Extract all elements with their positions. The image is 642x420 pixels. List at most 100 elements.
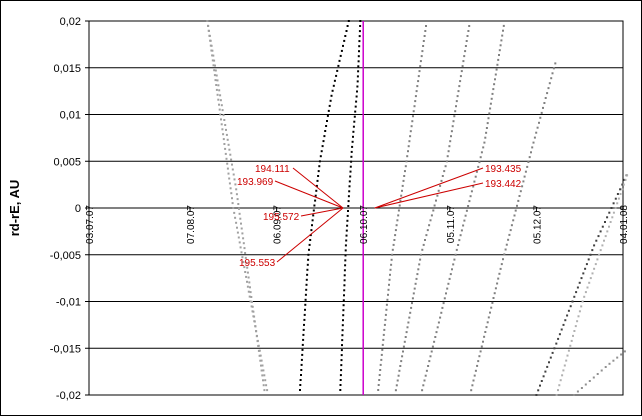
- data-point: [561, 374, 564, 377]
- data-point: [235, 193, 238, 196]
- data-point: [340, 49, 343, 52]
- data-point: [570, 339, 573, 342]
- data-point: [397, 374, 400, 377]
- data-point: [433, 340, 436, 343]
- data-point: [397, 209, 400, 212]
- data-point: [238, 207, 240, 210]
- data-point: [227, 172, 230, 175]
- data-point: [471, 384, 474, 387]
- data-point: [595, 239, 598, 242]
- data-point: [489, 107, 492, 110]
- data-point: [458, 239, 461, 242]
- data-point: [439, 316, 442, 319]
- data-point: [598, 253, 601, 256]
- data-point: [535, 394, 538, 396]
- data-point: [311, 219, 314, 222]
- data-point: [606, 230, 609, 233]
- data-point: [219, 99, 222, 102]
- data-point: [575, 291, 578, 294]
- data-point: [255, 330, 258, 332]
- data-point: [342, 44, 344, 47]
- data-point: [232, 207, 235, 209]
- data-point: [218, 89, 221, 92]
- data-point: [249, 286, 251, 289]
- data-point: [394, 394, 396, 396]
- data-point: [466, 35, 469, 37]
- data-point: [502, 29, 504, 32]
- data-point: [402, 345, 405, 348]
- data-point: [475, 170, 478, 173]
- data-point: [516, 204, 518, 207]
- data-point: [234, 216, 237, 219]
- data-point: [497, 277, 500, 280]
- data-point: [358, 45, 361, 48]
- data-point: [468, 200, 471, 203]
- data-point: [508, 233, 511, 236]
- data-point: [318, 165, 321, 168]
- data-point: [559, 379, 562, 382]
- data-point: [254, 325, 257, 328]
- data-point: [226, 167, 229, 170]
- data-point: [356, 80, 359, 83]
- data-point: [430, 350, 433, 353]
- data-point: [248, 295, 251, 298]
- data-point: [588, 380, 591, 382]
- annotation-label: 194.111: [255, 164, 290, 175]
- data-point: [236, 226, 238, 229]
- data-point: [224, 124, 227, 126]
- data-point: [608, 211, 611, 214]
- data-point: [242, 237, 245, 240]
- data-point: [498, 49, 501, 52]
- data-point: [578, 310, 581, 313]
- data-point: [218, 103, 220, 106]
- data-point: [427, 365, 430, 367]
- data-point: [601, 244, 604, 247]
- data-point: [478, 161, 481, 164]
- data-point: [394, 234, 397, 237]
- data-point: [611, 216, 614, 219]
- data-point: [306, 268, 309, 271]
- data-point: [343, 289, 346, 292]
- data-point: [524, 170, 527, 173]
- data-point: [443, 297, 446, 300]
- annotation-label: 195.553: [239, 258, 276, 269]
- data-point: [312, 214, 315, 217]
- data-point: [301, 348, 304, 351]
- data-point: [569, 344, 572, 347]
- data-point: [231, 202, 234, 205]
- data-point: [396, 379, 399, 382]
- data-point: [424, 239, 426, 241]
- data-point: [455, 248, 458, 251]
- data-point: [547, 87, 550, 90]
- data-point: [614, 207, 617, 209]
- data-point: [493, 83, 496, 86]
- annotation-label: 195.572: [263, 212, 300, 223]
- data-point: [441, 175, 444, 177]
- data-point: [389, 268, 392, 271]
- data-point: [300, 369, 303, 371]
- data-point: [476, 364, 479, 367]
- data-point: [421, 389, 424, 392]
- data-point: [454, 253, 457, 256]
- data-point: [470, 389, 473, 392]
- data-point: [495, 68, 498, 71]
- data-point: [461, 65, 464, 68]
- data-point: [614, 197, 617, 200]
- data-point: [451, 268, 453, 271]
- data-point: [616, 202, 619, 205]
- data-point: [435, 331, 438, 334]
- data-point: [446, 287, 449, 290]
- data-point: [459, 80, 462, 83]
- data-point: [408, 316, 411, 319]
- data-point: [359, 25, 362, 27]
- data-point: [518, 195, 521, 197]
- data-point: [340, 349, 343, 352]
- data-point: [582, 272, 585, 275]
- data-point: [229, 187, 232, 190]
- data-point: [388, 278, 391, 281]
- data-point: [260, 359, 263, 362]
- data-point: [415, 90, 418, 93]
- data-point: [397, 214, 400, 217]
- data-point: [407, 150, 409, 153]
- data-point: [422, 40, 425, 42]
